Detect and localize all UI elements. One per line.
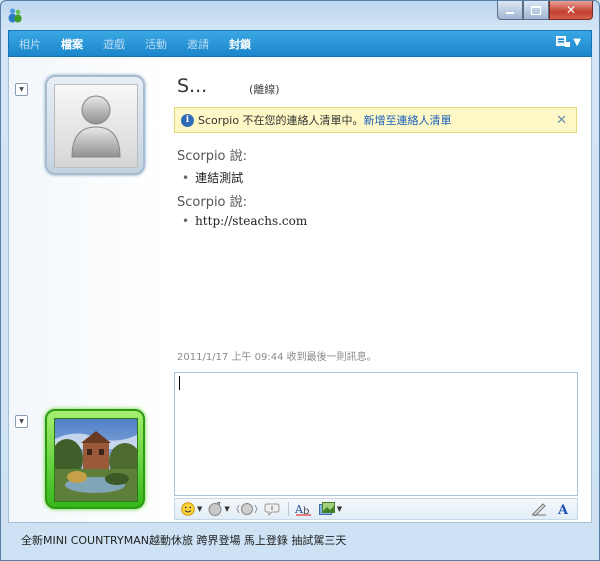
info-icon: i [181,113,194,127]
menu-item-files[interactable]: 檔案 [51,36,93,52]
conversation-column: S... (離線) i Scorpio 不在您的連絡人清單中。 新增至連絡人清單… [174,57,584,522]
not-in-contact-list-infobar: i Scorpio 不在您的連絡人清單中。 新增至連絡人清單 ✕ [174,107,577,133]
close-button[interactable]: ✕ [549,1,593,20]
message-sender: Scorpio 說: [177,195,248,210]
default-user-icon [71,95,121,158]
svg-text:A: A [557,503,569,516]
font-icon: A b [295,503,311,516]
message-bullet: • [182,214,190,228]
nudge-icon [236,503,258,515]
default-avatar [54,84,138,168]
wink-icon [208,502,222,516]
background-icon [318,502,335,515]
message-text: • 連結測試 [182,169,243,186]
wink-button[interactable]: ▼ [208,502,230,516]
close-icon: ✕ [565,3,577,17]
chevron-down-icon: ▼ [224,505,230,513]
text-format-icon: A [557,503,569,516]
menu-item-invite[interactable]: 邀請 [177,36,219,52]
chevron-down-icon: ▼ [197,505,203,513]
minimize-icon [506,12,514,14]
window-controls: ✕ [497,1,593,20]
maximize-button[interactable] [523,1,549,20]
conversation-pane: ▼ ▼ S... (離線) i Scorpio 不在您的連絡人清單中。 新增至連… [8,57,592,523]
message-content: http://steachs.com [195,214,308,228]
menu-item-photos[interactable]: 相片 [9,36,51,52]
change-font-button[interactable]: A b [295,502,313,516]
chevron-down-icon: ▼ [19,86,24,93]
landscape-photo-image [55,419,137,501]
background-button[interactable]: ▼ [318,502,343,516]
handwriting-icon [532,503,546,516]
smiley-icon [181,502,195,516]
collapse-contact-picture-button[interactable]: ▼ [15,83,28,96]
show-menu-icon [556,36,571,47]
display-picture-column: ▼ ▼ [9,57,164,522]
contact-display-picture[interactable] [45,75,145,175]
voice-clip-icon [264,503,280,516]
chevron-down-icon: ▼ [19,418,24,425]
text-format-button[interactable]: A [557,502,571,516]
title-bar[interactable]: ✕ [1,1,599,31]
message-text: • http://steachs.com [182,214,307,228]
handwriting-button[interactable] [531,502,547,516]
maximize-icon [531,5,541,15]
compose-toolbar: ▼ ▼ A b ▼ A [174,498,578,520]
message-bullet: • [182,171,190,185]
chevron-down-icon: ▼ [573,36,581,48]
menu-item-activities[interactable]: 活動 [135,36,177,52]
toolbar-separator [287,502,289,516]
my-display-picture[interactable] [45,409,145,509]
infobar-message: Scorpio 不在您的連絡人清單中。 [198,114,364,127]
chevron-down-icon: ▼ [336,505,343,513]
options-menu-button[interactable]: ▼ [556,36,581,48]
text-caret [179,376,180,390]
voice-clip-button[interactable] [264,502,280,516]
minimize-button[interactable] [497,1,523,20]
advertisement-link[interactable]: 全新MINI COUNTRYMAN越動休旅 跨界登場 馬上登錄 抽試駕三天 [21,532,346,548]
emoticon-button[interactable]: ▼ [181,502,202,516]
menu-bar: 相片 檔案 遊戲 活動 邀請 封鎖 ▼ [8,30,592,57]
last-message-timestamp: 2011/1/17 上午 09:44 收到最後一則訊息。 [177,352,377,363]
contact-name: S... [177,75,208,97]
contact-status: (離線) [249,83,280,96]
message-sender: Scorpio 說: [177,149,248,164]
my-photo [54,418,138,502]
message-content: 連結測試 [195,171,244,185]
chat-window: ✕ 相片 檔案 遊戲 活動 邀請 封鎖 ▼ ▼ ▼ S... (離線) i Sc… [0,0,600,561]
menu-item-games[interactable]: 遊戲 [93,36,135,52]
message-input[interactable] [174,372,578,496]
nudge-button[interactable] [236,502,258,516]
add-to-contacts-link[interactable]: 新增至連絡人清單 [364,112,452,128]
menu-item-block[interactable]: 封鎖 [219,36,261,52]
messenger-app-icon[interactable] [7,7,23,23]
collapse-my-picture-button[interactable]: ▼ [15,415,28,428]
close-infobar-button[interactable]: ✕ [556,113,567,128]
